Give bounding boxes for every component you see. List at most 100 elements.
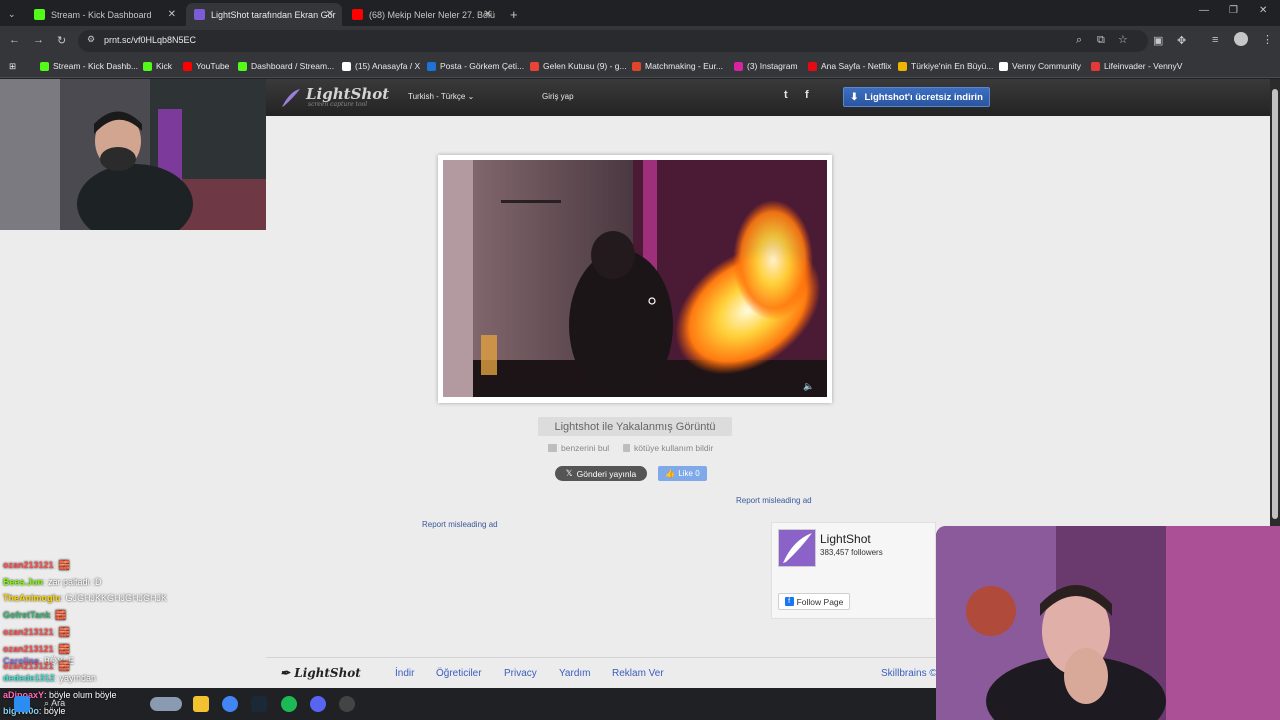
tweet-button[interactable]: 𝕏 Gönderi yayınla: [555, 466, 647, 481]
bookmark-item[interactable]: (15) Anasayfa / X: [342, 61, 420, 71]
lightshot-logo[interactable]: LightShot screen capture tool: [280, 85, 389, 108]
tab-title: (68) Mekip Neler Neler 27. Bölü: [369, 9, 496, 20]
bookmark-item[interactable]: Türkiye'nin En Büyü...: [898, 61, 993, 71]
obs-icon[interactable]: [339, 696, 355, 712]
profile-avatar-icon[interactable]: [1234, 32, 1248, 46]
tab-search-button[interactable]: ⌄: [0, 3, 26, 26]
facebook-page-widget: LightShot 383,457 followers f Follow Page: [771, 522, 936, 619]
spotify-icon[interactable]: [281, 696, 297, 712]
widget-icon[interactable]: [150, 697, 182, 711]
apps-icon[interactable]: ⊞: [9, 61, 16, 72]
facebook-icon[interactable]: f: [805, 89, 809, 101]
report-abuse-label: kötüye kullanım bildir: [634, 443, 714, 453]
report-ad-link[interactable]: Report misleading ad: [736, 496, 812, 505]
windows-taskbar: ⌕ Ara: [0, 688, 936, 720]
chat-username: Bees.Jun: [3, 577, 44, 587]
facebook-like-button[interactable]: 👍 Like 0: [658, 466, 707, 481]
site-info-icon[interactable]: ⚙: [87, 34, 95, 45]
footer-link-download[interactable]: İndir: [395, 668, 414, 679]
follow-page-button[interactable]: f Follow Page: [778, 593, 850, 610]
bookmark-item[interactable]: Dashboard / Stream...: [238, 61, 334, 71]
footer-link-tutorials[interactable]: Öğreticiler: [436, 668, 482, 679]
tab-lightshot[interactable]: LightShot tarafından Ekran Gör ✕: [186, 3, 342, 26]
language-select[interactable]: Turkish - Türkçe ⌄: [408, 92, 474, 101]
bookmark-item[interactable]: Ana Sayfa - Netflix: [808, 61, 891, 71]
report-abuse-link[interactable]: kötüye kullanım bildir: [623, 443, 713, 453]
twitter-icon[interactable]: t: [784, 89, 788, 101]
footer-link-help[interactable]: Yardım: [559, 668, 591, 679]
chat-text: : GJGHJKKGHJGHJGHJK: [60, 593, 168, 603]
find-similar-link[interactable]: benzerini bul: [548, 443, 609, 453]
bookmark-item[interactable]: YouTube: [183, 61, 229, 71]
scrollbar-thumb[interactable]: [1272, 89, 1278, 519]
footer-link-advertise[interactable]: Reklam Ver: [612, 668, 664, 679]
bookmark-label: Kick: [156, 61, 173, 71]
lifeinvader-icon: [1091, 61, 1100, 71]
page-scrollbar[interactable]: [1270, 79, 1280, 526]
screenshot-image[interactable]: 🔈: [443, 160, 827, 397]
puzzle-icon[interactable]: ✥: [1177, 34, 1186, 47]
install-icon[interactable]: ⧉: [1097, 34, 1105, 47]
back-icon[interactable]: ←: [9, 34, 20, 46]
bookmark-item[interactable]: Kick: [143, 61, 172, 71]
facebook-followers: 383,457 followers: [820, 548, 883, 557]
kick-icon: [34, 9, 45, 20]
bookmark-item[interactable]: Posta - Görkem Çeti...: [427, 61, 524, 71]
bookmark-star-icon[interactable]: ☆: [1118, 33, 1128, 46]
bookmark-item[interactable]: Venny Community: [999, 61, 1081, 71]
taskbar-search[interactable]: ⌕ Ara: [44, 698, 65, 709]
close-icon[interactable]: ✕: [326, 9, 334, 20]
close-icon[interactable]: ✕: [168, 9, 176, 20]
bookmark-label: Posta - Görkem Çeti...: [440, 61, 525, 71]
webcam-picture: [936, 526, 1280, 720]
menu-icon[interactable]: ⋮: [1262, 33, 1273, 46]
browser-toolbar: ← → ↻ ⚙ prnt.sc/vf0HLqb8N5EC ⌕ ⧉ ☆ ▣ ✥ ≡…: [0, 26, 1280, 56]
footer-link-privacy[interactable]: Privacy: [504, 668, 537, 679]
close-icon[interactable]: ✕: [484, 9, 492, 20]
tab-strip: ⌄ Stream - Kick Dashboard ✕ LightShot ta…: [0, 0, 1280, 26]
tab-youtube[interactable]: (68) Mekip Neler Neler 27. Bölü ✕: [344, 3, 500, 26]
forward-icon[interactable]: →: [33, 34, 44, 46]
bookmark-item[interactable]: Gelen Kutusu (9) - g...: [530, 61, 627, 71]
footer-copyright[interactable]: Skillbrains ©: [881, 668, 937, 679]
chat-message: ozan213121: 🧱: [3, 627, 70, 638]
window-close-icon[interactable]: ✕: [1259, 5, 1267, 16]
language-label: Turkish - Türkçe: [408, 92, 466, 101]
flag-icon: [623, 444, 630, 452]
lightshot-feather-icon: [282, 89, 300, 107]
new-tab-button[interactable]: +: [502, 3, 522, 26]
bookmark-item[interactable]: (3) Instagram: [734, 61, 798, 71]
discord-icon[interactable]: [310, 696, 326, 712]
x-icon: [342, 61, 351, 71]
minimize-icon[interactable]: —: [1199, 5, 1209, 16]
venny-icon: [999, 61, 1008, 71]
bookmark-item[interactable]: Matchmaking - Eur...: [632, 61, 723, 71]
outlook-icon: [427, 61, 436, 71]
login-link[interactable]: Giriş yap: [542, 92, 574, 101]
address-bar[interactable]: ⚙ prnt.sc/vf0HLqb8N5EC ⌕ ⧉ ☆: [78, 30, 1148, 52]
media-icon[interactable]: ≡: [1212, 34, 1218, 46]
find-similar-label: benzerini bul: [561, 443, 610, 453]
steam-icon[interactable]: [251, 696, 267, 712]
bookmark-item[interactable]: Lifeinvader - VennyV: [1091, 61, 1182, 71]
chat-message: GofretTank: 🧱: [3, 610, 67, 621]
lightshot-feather-icon: [779, 530, 815, 566]
lightshot-page-avatar[interactable]: [778, 529, 816, 567]
reload-icon[interactable]: ↻: [57, 34, 66, 47]
extension-icon[interactable]: ▣: [1153, 34, 1163, 47]
lightshot-feather-icon: [194, 9, 205, 20]
zoom-icon[interactable]: ⌕: [1076, 34, 1082, 47]
youtube-icon: [352, 9, 363, 20]
chrome-icon[interactable]: [222, 696, 238, 712]
windows-start-icon[interactable]: [14, 696, 30, 712]
report-ad-link[interactable]: Report misleading ad: [422, 520, 498, 529]
bookmark-label: Venny Community: [1012, 61, 1081, 71]
chat-username: TheAnimoglu: [3, 593, 61, 603]
tab-kick-dashboard[interactable]: Stream - Kick Dashboard ✕: [26, 3, 184, 26]
facebook-page-name[interactable]: LightShot: [820, 532, 871, 546]
maximize-icon[interactable]: ❐: [1229, 5, 1238, 16]
bookmark-item[interactable]: Stream - Kick Dashb...: [40, 61, 138, 71]
gmail-icon: [530, 61, 539, 71]
file-explorer-icon[interactable]: [193, 696, 209, 712]
download-button[interactable]: ⬇ Lightshot'ı ücretsiz indirin: [843, 87, 990, 107]
